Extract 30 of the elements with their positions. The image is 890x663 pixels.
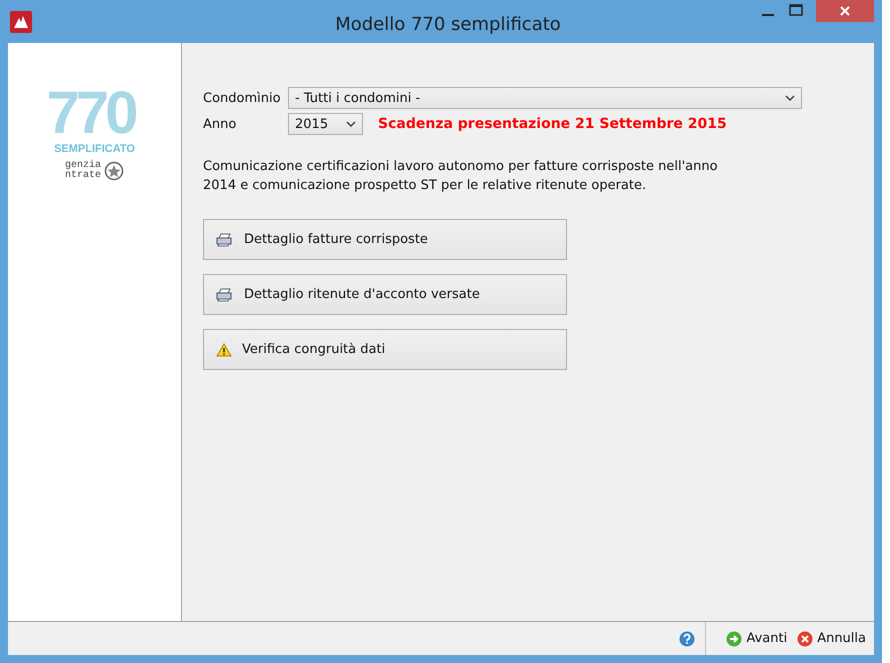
description-text: Comunicazione certificazioni lavoro autonomo per fatture corrisposte nell'anno 2014 e comunicazione prospetto ST per le relative ritenute operate. [203,158,719,195]
field-label: Condomìnio [203,90,282,106]
logo-caption: SEMPLIFICATO [54,143,135,155]
warning-icon [216,342,232,356]
caret-icon [785,95,795,101]
deadline-text: Scadenza presentazione 21 Settembre 2015 [378,116,727,132]
condominio-dropdown[interactable]: - Tutti i condomini - [288,87,802,109]
close-icon [797,630,814,646]
cancel-button[interactable]: Annulla [797,630,866,646]
close-icon [839,5,851,17]
help-icon[interactable] [679,630,696,646]
arrow-right-icon [726,630,742,646]
action-button[interactable]: Dettaglio ritenute d'acconto versate [203,274,567,315]
agency-logo-text: genzia [64,161,101,171]
next-button[interactable]: Avanti [726,630,788,646]
agency-logo-text: ntrate [64,171,101,181]
app-icon [10,10,32,32]
printer-icon [216,232,234,246]
close-button[interactable] [816,0,874,22]
year-dropdown[interactable]: 2015 [288,113,363,135]
field-label: Anno [203,116,238,132]
caret-icon [346,121,356,127]
action-button[interactable]: Dettaglio fatture corrisposte [203,219,567,260]
emblem-icon [104,161,124,181]
minimize-icon [762,14,774,16]
logo-number: 770 [46,83,136,143]
maximize-icon [789,4,803,16]
printer-icon [216,288,234,302]
action-button[interactable]: Verifica congruità dati [203,329,567,370]
window-title: Modello 770 semplificato [334,14,562,35]
